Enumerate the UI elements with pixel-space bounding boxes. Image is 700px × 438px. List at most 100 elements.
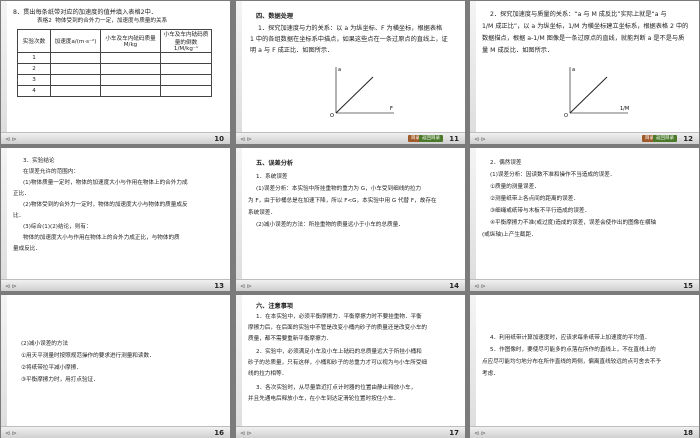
slide-footer: ⊲ ⊳ 目录 返回目录 11	[236, 132, 465, 144]
body-line: 量 M 成反比．如图所示．	[482, 47, 554, 54]
slide-thumbnail-11[interactable]: 四、数据处理 1．探究加速度与力的关系：以 a 为纵坐标、F 为横坐标，根据表格…	[236, 1, 465, 144]
table-header: 加速度a/(m·s⁻²)	[50, 29, 101, 53]
body-line: 4．利用纸带计算加速度时，应该求每条纸带上加速度的平均值．	[490, 335, 651, 341]
x-axis-label: 1/M	[620, 106, 629, 112]
slide-number: 11	[449, 135, 459, 143]
body-line: ②测量纸带上各点间的距离的误差．	[490, 196, 579, 202]
body-line: 1．在本实验中，必须平衡摩擦力．平衡摩擦力时不要挂重物．平衡	[256, 314, 422, 320]
nav-arrows-icon[interactable]: ⊲ ⊳	[240, 136, 252, 143]
slide-footer: ⊲ ⊳ 13	[1, 279, 230, 291]
slide-left-bar	[1, 1, 7, 144]
table-header: 小车及车内砝码质量M/kg	[100, 29, 161, 53]
slide-left-bar	[470, 295, 476, 438]
slide-number: 10	[214, 135, 224, 143]
y-axis-label: a	[338, 67, 341, 73]
slide-footer: ⊲ ⊳ 15	[470, 279, 699, 291]
slide-footer: ⊲ ⊳ 17	[236, 426, 465, 438]
slide-thumbnail-12[interactable]: 2．探究加速度与质量的关系：“a 与 M 成反比”实际上就是“a 与 1/M 成…	[470, 1, 699, 144]
body-line: 5．作图像时，要使尽可能多的点落在所作的直线上，不在直线上的	[490, 347, 656, 353]
x-axis-label: F	[390, 106, 393, 112]
body-line: 在误差允许的范围内：	[23, 169, 79, 175]
table-row: 2	[17, 63, 212, 75]
slide-footer: ⊲ ⊳ 14	[236, 279, 465, 291]
body-line: 3．各次实验时，从尽量靠近打点计时器的位置由静止释放小车，	[256, 385, 417, 391]
body-line: (2)物体受到的合外力一定时，物体的加速度大小与物体的质量成反	[23, 202, 188, 208]
body-line: 3．实验结论	[23, 158, 55, 164]
origin-label: O	[564, 113, 568, 118]
slide-thumbnail-16[interactable]: (2)减小误差的方法 ①用天平测量时按照规范操作的要求进行测量和读数． ②将纸带…	[1, 295, 230, 438]
slide-footer: ⊲ ⊳ 目录 返回目录 12	[470, 132, 699, 144]
body-line: 并且先通电后释放小车，在小车到达定滑轮位置时按住小车．	[248, 396, 400, 402]
body-line: 物体的加速度大小与作用在物体上的合外力成正比，与物体的质	[23, 235, 180, 241]
slide-number: 15	[683, 282, 693, 290]
nav-arrows-icon[interactable]: ⊲ ⊳	[474, 283, 486, 290]
origin-label: O	[330, 113, 334, 118]
nav-arrows-icon[interactable]: ⊲ ⊳	[474, 136, 486, 143]
nav-arrows-icon[interactable]: ⊲ ⊳	[240, 430, 252, 437]
body-line: (2)减小误差的方法	[21, 341, 69, 347]
slide-thumbnail-17[interactable]: 六、注意事项 1．在本实验中，必须平衡摩擦力．平衡摩擦力时不要挂重物．平衡 摩擦…	[236, 295, 465, 438]
body-line: (或纵轴)上产生截距．	[482, 232, 537, 238]
table-row: 1	[17, 52, 212, 64]
table-row: 3	[17, 74, 212, 86]
body-line: (2)减小误差的方法：所挂重物的质量远小于小车的总质量．	[256, 222, 404, 228]
slide-footer: ⊲ ⊳ 10	[1, 132, 230, 144]
slide-thumbnail-14[interactable]: 五、误差分析 1．系统误差 (1)误差分析：本实验中所挂重物的重力为 G，小车受…	[236, 148, 465, 291]
body-line: (1)误差分析：本实验中所挂重物的重力为 G，小车受到细线的拉力	[256, 186, 422, 192]
a-1/M-graph: a 1/M O	[564, 67, 629, 118]
data-table: 实验次数 加速度a/(m·s⁻²) 小车及车内砝码质量M/kg 小车及车内砝码质…	[17, 29, 212, 97]
body-line: 数据描点，根据 a-1/M 图像是一条过原点的直线，就能判断 a 是不是与质	[482, 35, 685, 42]
body-line: 线的拉力相等．	[248, 371, 288, 377]
slide-thumbnail-13[interactable]: 3．实验结论 在误差允许的范围内： (1)物体质量一定时，物体的加速度大小与作用…	[1, 148, 230, 291]
nav-arrows-icon[interactable]: ⊲ ⊳	[5, 136, 17, 143]
y-axis-label: a	[572, 67, 575, 73]
body-line: 砂子的总质量，只有这样，小桶和砂子的总重力才可以视为与小车所受细	[248, 360, 428, 366]
body-line: 摩擦力后，在后面的实验中不管是改变小桶内砂子的质量还是改变小车的	[248, 325, 428, 331]
body-line: 1/M 成正比”，以 a 为纵坐标，1/M 为横坐标建立坐标系，根据表格 2 中…	[482, 23, 689, 30]
body-line: ②将纸带拉平减小摩擦．	[21, 365, 82, 371]
table-row: 4	[17, 85, 212, 97]
slide-footer: ⊲ ⊳ 16	[1, 426, 230, 438]
table-header: 小车及车内砝码质量的倒数1/M/kg⁻¹	[160, 29, 212, 53]
slide-number: 14	[449, 282, 459, 290]
body-line: 点应尽可能均匀地分布在所作直线的两侧，偏离直线较远的点可舍去不予	[482, 359, 662, 365]
table-header: 实验次数	[17, 29, 51, 53]
body-line: 明 a 与 F 成正比．如图所示．	[250, 47, 334, 54]
table-caption: 表格2 物体受到的合外力一定，加速度与质量的关系	[37, 18, 168, 24]
body-line: (1)物体质量一定时，物体的加速度大小与作用在物体上的合外力成	[23, 180, 188, 186]
slide-number: 17	[449, 429, 459, 437]
nav-arrows-icon[interactable]: ⊲ ⊳	[5, 430, 17, 437]
slide-left-bar	[236, 295, 242, 438]
slide-left-bar	[236, 1, 242, 144]
nav-arrows-icon[interactable]: ⊲ ⊳	[474, 430, 486, 437]
body-line: 考虑．	[482, 371, 499, 377]
slide-left-bar	[1, 148, 7, 291]
body-line: ①质量的测量误差．	[490, 184, 540, 190]
section-title: 六、注意事项	[256, 303, 294, 310]
body-line: ③平衡摩擦力时，用打点验证．	[21, 377, 99, 383]
body-line: 1．系统误差	[256, 174, 288, 180]
body-line: 质量，都不需要重新平衡摩擦力．	[248, 336, 332, 342]
slide-number: 18	[683, 429, 693, 437]
body-line: (1)误差分析：因读数不准和操作不当造成的误差．	[490, 172, 616, 178]
nav-arrows-icon[interactable]: ⊲ ⊳	[240, 283, 252, 290]
body-line: 2．探究加速度与质量的关系：“a 与 M 成反比”实际上就是“a 与	[490, 11, 667, 18]
slide-left-bar	[470, 148, 476, 291]
body-line: (3)综合(1)(2)结论，则有：	[23, 224, 92, 230]
slide-left-bar	[470, 1, 476, 144]
body-line: 正比．	[13, 191, 30, 197]
back-badge[interactable]: 返回目录	[653, 135, 677, 142]
slide-number: 16	[214, 429, 224, 437]
slide-thumbnail-10[interactable]: 8．贯出每条纸带对应的加速度的值并填入表格2中． 表格2 物体受到的合外力一定，…	[1, 1, 230, 144]
slide-thumbnail-15[interactable]: 2．偶然误差 (1)误差分析：因读数不准和操作不当造成的误差． ①质量的测量误差…	[470, 148, 699, 291]
a-F-graph: a F O	[330, 67, 394, 118]
nav-arrows-icon[interactable]: ⊲ ⊳	[5, 283, 17, 290]
body-line: 比．	[13, 213, 25, 219]
back-badge[interactable]: 返回目录	[419, 135, 443, 142]
body-line: 2．实验中，必须满足小车及小车上砝码的总质量远大于所挂小桶和	[256, 349, 422, 355]
slide-footer: ⊲ ⊳ 18	[470, 426, 699, 438]
slide-thumbnail-18[interactable]: 4．利用纸带计算加速度时，应该求每条纸带上加速度的平均值． 5．作图像时，要使尽…	[470, 295, 699, 438]
slide-number: 12	[683, 135, 693, 143]
body-line: 为 F，由于砂桶总是在加速下降，所以 F<G，本实验中用 G 代替 F，故存在	[248, 198, 437, 204]
section-title: 四、数据处理	[256, 13, 294, 20]
